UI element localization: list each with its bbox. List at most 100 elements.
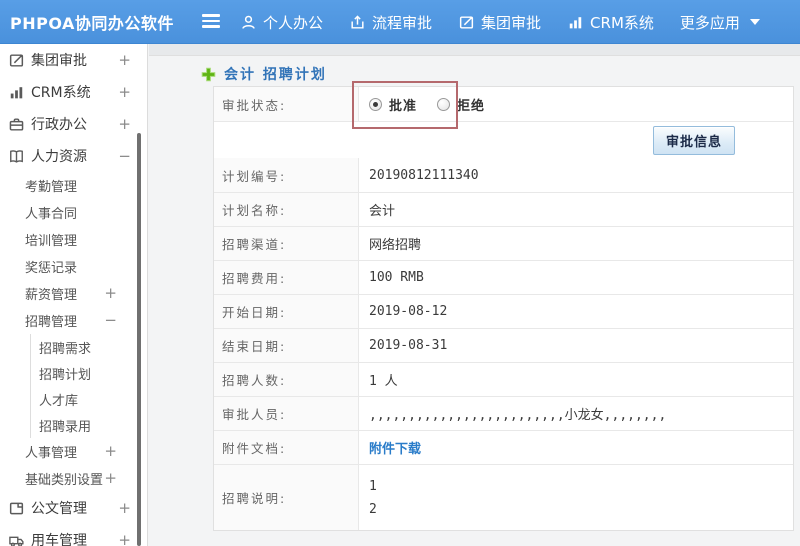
- sidebar-item-label: 招聘需求: [39, 341, 92, 357]
- sidebar-item-document-mgmt[interactable]: 公文管理 +: [0, 492, 147, 524]
- sidebar-item-basic-category-settings[interactable]: 基础类别设置 +: [0, 465, 147, 492]
- radio-reject-icon[interactable]: [437, 97, 451, 111]
- collapse-minus-icon[interactable]: −: [104, 313, 117, 328]
- sidebar-item-reward-punish-records[interactable]: 奖惩记录: [0, 253, 147, 280]
- topnav-group-approval[interactable]: 集团审批: [458, 12, 541, 33]
- expand-plus-icon[interactable]: +: [118, 116, 131, 132]
- page-title-row: 会计 招聘计划: [201, 62, 800, 86]
- approve-info-button[interactable]: 审批信息: [652, 125, 735, 155]
- sidebar-item-label: 薪资管理: [25, 288, 78, 303]
- document-icon: [8, 500, 26, 517]
- expand-plus-icon[interactable]: +: [118, 500, 131, 516]
- plan-number-label: 计划编号:: [214, 158, 359, 192]
- recruit-channel-label: 招聘渠道:: [214, 227, 359, 260]
- sidebar-item-recruit-plan[interactable]: 招聘计划: [30, 360, 147, 386]
- caret-down-icon: [749, 19, 760, 25]
- recruit-channel-value: 网络招聘: [369, 238, 422, 253]
- user-icon: [240, 14, 257, 31]
- radio-option-approve[interactable]: 批准: [369, 95, 417, 114]
- top-nav-items: 个人办公 流程审批 集团审批 CRM系统 更多应用: [240, 0, 760, 44]
- sidebar-item-label: 人事合同: [25, 207, 78, 222]
- expand-plus-icon[interactable]: +: [104, 286, 117, 301]
- sidebar-item-recruit-mgmt[interactable]: 招聘管理 −: [0, 307, 147, 334]
- expand-plus-icon[interactable]: +: [118, 84, 131, 100]
- recruit-cost-label: 招聘费用:: [214, 261, 359, 294]
- sidebar-item-human-resources[interactable]: 人力资源 −: [0, 140, 147, 172]
- radio-reject-label: 拒绝: [457, 98, 486, 114]
- recruit-notes-label: 招聘说明:: [214, 465, 359, 530]
- expand-plus-icon[interactable]: +: [118, 532, 131, 546]
- plan-name-value: 会计: [369, 204, 396, 219]
- collapse-minus-icon[interactable]: −: [118, 148, 131, 164]
- form-row-approvers: 审批人员: ,,,,,,,,,,,,,,,,,,,,,,,,,小龙女,,,,,,,…: [214, 396, 793, 430]
- expand-plus-icon[interactable]: +: [104, 444, 117, 459]
- form-row-recruit-cost: 招聘费用: 100 RMB: [214, 260, 793, 294]
- sidebar-item-recruit-demand[interactable]: 招聘需求: [30, 334, 147, 360]
- edit-square-icon: [458, 14, 475, 31]
- vehicle-icon: [8, 532, 26, 546]
- topnav-more-apps[interactable]: 更多应用: [680, 12, 760, 33]
- bar-chart-icon: [8, 84, 26, 101]
- topnav-label: 集团审批: [481, 13, 542, 32]
- topnav-personal-office[interactable]: 个人办公: [240, 12, 323, 33]
- topnav-label: CRM系统: [590, 13, 654, 32]
- sidebar-item-training-mgmt[interactable]: 培训管理: [0, 226, 147, 253]
- approve-button-row: 审批信息: [214, 121, 793, 158]
- end-date-value: 2019-08-31: [369, 338, 448, 353]
- sidebar-item-label: 基础类别设置: [25, 473, 104, 488]
- sidebar-item-label: 人才库: [39, 393, 79, 409]
- note-line: 2: [369, 501, 377, 517]
- radio-approve-icon[interactable]: [369, 97, 382, 111]
- sidebar: 集团审批 + CRM系统 + 行政办公 + 人力资源 − 考勤管理 人事合同 培训管理 奖惩记录 薪资管…: [0, 44, 148, 546]
- recruit-notes-value: 12: [359, 465, 793, 530]
- green-plus-icon: [201, 67, 216, 82]
- sidebar-item-vehicle-mgmt[interactable]: 用车管理 +: [0, 524, 147, 546]
- form-row-plan-number: 计划编号: 20190812111340: [214, 158, 793, 192]
- sidebar-scrollbar[interactable]: [137, 133, 141, 546]
- plan-number-value: 20190812111340: [369, 167, 479, 183]
- sidebar-item-recruit-hiring[interactable]: 招聘录用: [30, 412, 147, 438]
- expand-plus-icon[interactable]: +: [118, 52, 131, 68]
- start-date-value: 2019-08-12: [369, 304, 448, 319]
- radio-approve-label: 批准: [389, 98, 418, 114]
- form-row-recruit-channel: 招聘渠道: 网络招聘: [214, 226, 793, 260]
- topnav-label: 个人办公: [263, 13, 324, 32]
- sidebar-item-label: 培训管理: [25, 234, 78, 249]
- status-value: 批准 拒绝: [359, 87, 793, 121]
- sidebar-item-label: 招聘录用: [39, 419, 92, 435]
- hamburger-menu-icon[interactable]: [202, 14, 220, 29]
- sidebar-item-talent-pool[interactable]: 人才库: [30, 386, 147, 412]
- form-row-recruit-count: 招聘人数: 1 人: [214, 362, 793, 396]
- app-logo: PHPOA协同办公软件: [10, 13, 174, 33]
- sidebar-item-personnel-contract[interactable]: 人事合同: [0, 199, 147, 226]
- app-window: PHPOA协同办公软件 个人办公 流程审批 集团审批 CRM系统 更多应用 集团审批 + C…: [0, 0, 800, 546]
- expand-plus-icon[interactable]: +: [104, 471, 117, 486]
- briefcase-icon: [8, 116, 26, 133]
- sidebar-menu: 集团审批 + CRM系统 + 行政办公 + 人力资源 − 考勤管理 人事合同 培训管理 奖惩记录 薪资管…: [0, 44, 147, 546]
- recruit-cost-value: 100 RMB: [369, 270, 424, 285]
- approvers-value: ,,,,,,,,,,,,,,,,,,,,,,,,,小龙女,,,,,,,,: [369, 408, 667, 423]
- status-label: 审批状态:: [214, 87, 359, 121]
- sidebar-item-admin-office[interactable]: 行政办公 +: [0, 108, 147, 140]
- sidebar-item-label: 集团审批: [31, 53, 87, 69]
- sidebar-item-label: 考勤管理: [25, 180, 78, 195]
- sidebar-item-crm-system[interactable]: CRM系统 +: [0, 76, 147, 108]
- radio-option-reject[interactable]: 拒绝: [437, 95, 485, 114]
- sidebar-item-label: 行政办公: [31, 117, 87, 133]
- sidebar-item-label: 人力资源: [31, 149, 87, 165]
- sidebar-item-label: 招聘计划: [39, 367, 92, 383]
- sidebar-item-personnel-mgmt[interactable]: 人事管理 +: [0, 438, 147, 465]
- sidebar-item-group-approval[interactable]: 集团审批 +: [0, 44, 147, 76]
- edit-square-icon: [8, 52, 26, 69]
- main-content: 会计 招聘计划 审批状态: 批准 拒绝 审批信息 计划编号: 201908121…: [149, 44, 800, 546]
- sidebar-item-attendance-mgmt[interactable]: 考勤管理: [0, 172, 147, 199]
- topnav-process-approval[interactable]: 流程审批: [349, 12, 432, 33]
- topnav-crm-system[interactable]: CRM系统: [567, 12, 654, 33]
- attachment-download-link[interactable]: 附件下载: [369, 438, 421, 457]
- page-title: 会计 招聘计划: [224, 67, 327, 83]
- form-row-end-date: 结束日期: 2019-08-31: [214, 328, 793, 362]
- content-top-strip: [149, 44, 800, 56]
- sidebar-item-label: CRM系统: [31, 85, 91, 101]
- plan-name-label: 计划名称:: [214, 193, 359, 226]
- sidebar-item-salary-mgmt[interactable]: 薪资管理 +: [0, 280, 147, 307]
